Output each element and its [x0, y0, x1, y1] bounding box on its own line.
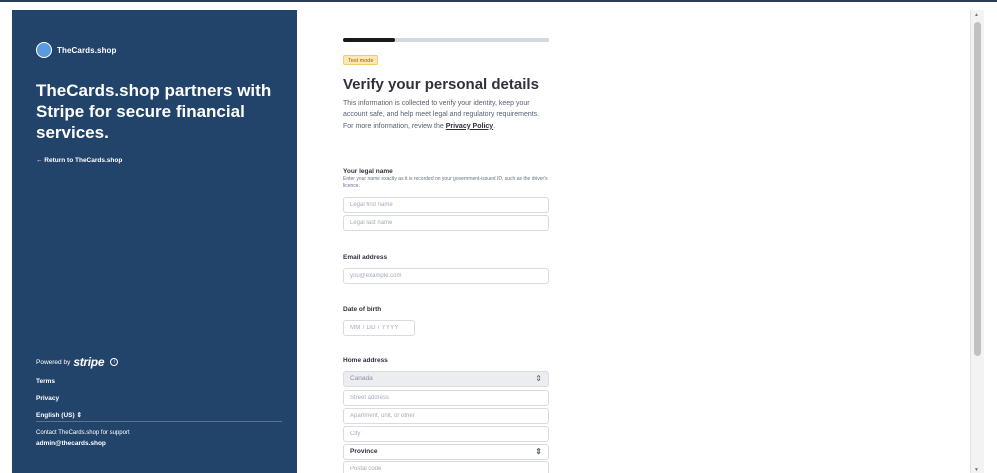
language-label: English (US) — [36, 412, 75, 419]
brand-name: TheCards.shop — [57, 45, 117, 55]
brand-logo-icon — [36, 42, 52, 58]
legal-first-name-input[interactable] — [343, 197, 549, 213]
verify-form: Test mode Verify your personal details T… — [343, 2, 549, 473]
intro-end: . — [493, 122, 496, 130]
dob-input[interactable] — [343, 320, 415, 336]
language-select[interactable]: English (US) ⇕ — [36, 411, 82, 419]
country-select[interactable]: Canada ⇕ — [343, 371, 549, 387]
scroll-thumb[interactable] — [974, 22, 981, 356]
page-title: Verify your personal details — [343, 76, 539, 93]
city-input[interactable] — [343, 426, 549, 442]
return-link[interactable]: ← Return to TheCards.shop — [36, 157, 122, 164]
chevron-updown-icon: ⇕ — [535, 374, 542, 383]
intro-body: This information is collected to verify … — [343, 100, 540, 130]
dob-label: Date of birth — [343, 306, 382, 313]
home-address-label: Home address — [343, 357, 388, 364]
province-select[interactable]: Province ⇕ — [343, 444, 549, 460]
scroll-up-icon[interactable]: ▲ — [974, 12, 979, 18]
support-text: Contact TheCards.shop for support — [36, 430, 130, 436]
progress-fill — [343, 38, 395, 42]
terms-link[interactable]: Terms — [36, 378, 55, 385]
chevron-updown-icon: ⇕ — [76, 412, 82, 419]
chevron-updown-icon: ⇕ — [535, 447, 542, 456]
progress-bar — [343, 38, 549, 42]
sidebar-divider — [36, 421, 282, 422]
stripe-logo[interactable]: stripe — [73, 355, 104, 369]
sidebar-headline: TheCards.shop partners with Stripe for s… — [36, 81, 272, 142]
scrollbar[interactable]: ▲ ▼ — [970, 10, 984, 473]
email-label: Email address — [343, 254, 388, 261]
province-value: Province — [350, 448, 378, 455]
page-frame: TheCards.shop TheCards.shop partners wit… — [0, 0, 997, 473]
support-email-link[interactable]: admin@thecards.shop — [36, 440, 106, 447]
legal-name-label: Your legal name — [343, 168, 393, 175]
postal-code-input[interactable] — [343, 461, 549, 473]
apartment-input[interactable] — [343, 408, 549, 424]
email-input[interactable] — [343, 268, 549, 284]
scroll-down-icon[interactable]: ▼ — [974, 467, 979, 473]
legal-last-name-input[interactable] — [343, 215, 549, 231]
privacy-policy-link[interactable]: Privacy Policy — [446, 123, 493, 130]
sidebar: TheCards.shop TheCards.shop partners wit… — [12, 10, 297, 473]
legal-name-help: Enter your name exactly as it is recorde… — [343, 176, 548, 189]
powered-by: Powered by stripe i — [36, 355, 119, 369]
intro-text: This information is collected to verify … — [343, 98, 549, 132]
info-icon[interactable]: i — [110, 358, 119, 366]
privacy-link[interactable]: Privacy — [36, 395, 59, 402]
country-value: Canada — [350, 375, 373, 382]
test-mode-badge: Test mode — [343, 55, 379, 65]
powered-by-label: Powered by — [36, 358, 71, 366]
brand: TheCards.shop — [36, 42, 117, 58]
street-address-input[interactable] — [343, 390, 549, 406]
